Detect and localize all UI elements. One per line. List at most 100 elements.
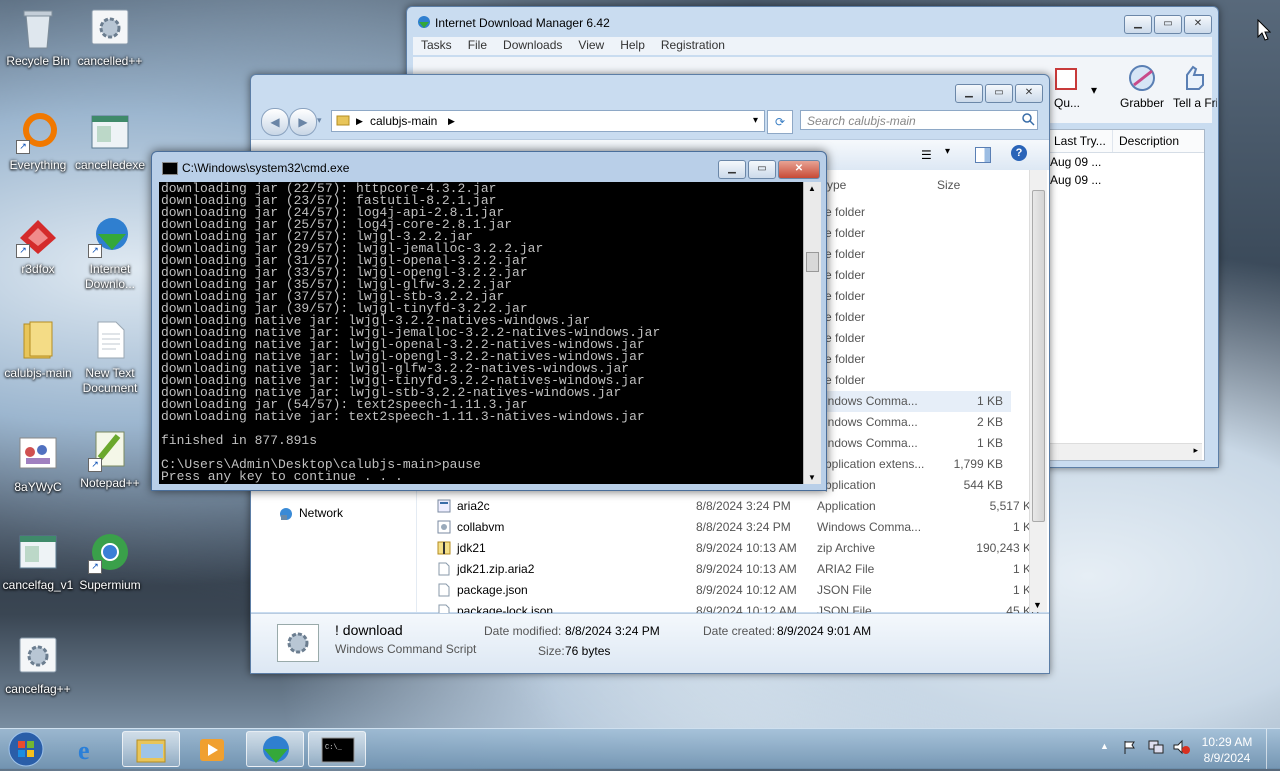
breadcrumb-chevron-icon[interactable]: ▶: [448, 111, 455, 131]
file-type: indows Comma...: [825, 436, 918, 450]
shortcut-arrow-icon: ↗: [16, 140, 30, 154]
forward-button[interactable]: ▶: [289, 108, 317, 136]
desktop-icon-calubjs-main[interactable]: calubjs-main: [0, 318, 76, 381]
toolbar-queue-label: Qu...: [1053, 96, 1080, 110]
explorer-title-buttons: ▁ ▭ ✕: [955, 84, 1043, 103]
menu-file[interactable]: File: [468, 37, 487, 55]
desktop-icon-cancelfag-plus[interactable]: cancelfag++: [0, 634, 76, 697]
file-row[interactable]: aria2c 8/8/2024 3:24 PM Application 5,517 K…: [251, 496, 1039, 517]
desktop-icon-cancelfag-v1[interactable]: cancelfag_v1: [0, 530, 76, 593]
minimize-button[interactable]: ▁: [1124, 15, 1152, 34]
toolbar-grabber-button[interactable]: Grabber: [1113, 63, 1171, 123]
maximize-button[interactable]: ▭: [985, 84, 1013, 103]
scroll-down-arrow-icon[interactable]: ▼: [1033, 600, 1042, 610]
show-hidden-icons-button[interactable]: ▲: [1100, 741, 1109, 751]
desktop-icon-new-text-document[interactable]: New Text Document: [72, 318, 148, 396]
file-row[interactable]: package.json 8/9/2024 10:12 AM JSON File 1 …: [251, 580, 1039, 601]
maximize-button[interactable]: ▭: [748, 160, 776, 179]
volume-muted-icon[interactable]: [1172, 739, 1190, 758]
desktop-icon-notepad-plus-plus[interactable]: ↗ Notepad++: [72, 428, 148, 491]
minimize-button[interactable]: ▁: [955, 84, 983, 103]
file-type: e folder: [825, 331, 866, 345]
menu-registration[interactable]: Registration: [661, 37, 725, 55]
menu-tasks[interactable]: Tasks: [421, 37, 452, 55]
address-dropdown-icon[interactable]: ▾: [753, 111, 758, 131]
column-description[interactable]: Description: [1113, 130, 1199, 152]
explorer-vertical-scrollbar[interactable]: ▼: [1029, 170, 1047, 612]
column-last-try[interactable]: Last Try...: [1048, 130, 1113, 152]
refresh-button[interactable]: ⟳: [767, 110, 793, 134]
scroll-up-arrow-icon[interactable]: ▲: [808, 184, 816, 193]
list-item[interactable]: Aug 09 ...: [1048, 171, 1204, 189]
scroll-right-arrow-icon[interactable]: ▸: [1193, 445, 1198, 456]
help-icon[interactable]: ?: [1011, 145, 1027, 161]
action-center-flag-icon[interactable]: [1122, 739, 1138, 758]
start-button[interactable]: [6, 730, 46, 768]
column-type[interactable]: ype: [827, 178, 846, 192]
desktop-icon-recycle-bin[interactable]: Recycle Bin: [0, 6, 76, 69]
toolbar-queue-button[interactable]: Qu...: [1047, 63, 1087, 123]
file-row[interactable]: jdk21.zip.aria2 8/9/2024 10:13 AM ARIA2 Fi…: [251, 559, 1039, 580]
file-type: e folder: [825, 205, 866, 219]
desktop-icon-8aywyc[interactable]: 8aYWyC: [0, 432, 76, 495]
list-item[interactable]: Aug 09 ...: [1048, 153, 1204, 171]
taskbar-media-player[interactable]: [184, 731, 242, 767]
breadcrumb-chevron-icon[interactable]: ▶: [356, 111, 363, 131]
menu-downloads[interactable]: Downloads: [503, 37, 562, 55]
view-dropdown-icon[interactable]: ▾: [945, 146, 950, 157]
maximize-button[interactable]: ▭: [1154, 15, 1182, 34]
console-line: Press any key to continue . . .: [161, 469, 403, 484]
desktop-icon-everything[interactable]: ↗ Everything: [0, 110, 76, 173]
shortcut-arrow-icon: ↗: [88, 458, 102, 472]
svg-text:C:\_: C:\_: [325, 744, 343, 752]
address-bar[interactable]: ▶ calubjs-main ▶ ▾: [331, 110, 765, 132]
minimize-button[interactable]: ▁: [718, 160, 746, 179]
close-button[interactable]: ✕: [1015, 84, 1043, 103]
taskbar-internet-download-manager[interactable]: [246, 731, 304, 767]
cmd-title: C:\Windows\system32\cmd.exe: [182, 161, 350, 175]
breadcrumb-calubjs-main[interactable]: calubjs-main: [370, 111, 437, 131]
grabber-icon: [1129, 65, 1155, 91]
cmd-vertical-scrollbar[interactable]: ▲ ▼: [803, 182, 821, 484]
column-size[interactable]: Size: [937, 178, 960, 192]
back-button[interactable]: ◀: [261, 108, 289, 136]
search-input[interactable]: Search calubjs-main: [800, 110, 1038, 130]
file-name: package.json: [457, 583, 528, 597]
recent-pages-dropdown-icon[interactable]: ▾: [317, 115, 322, 126]
desktop-icon-supermium[interactable]: ↗ Supermium: [72, 530, 148, 593]
file-type: e folder: [825, 247, 866, 261]
desktop-icon-cancelled-plus[interactable]: cancelled++: [72, 6, 148, 69]
toolbar-tell-a-friend-button[interactable]: Tell a Fri: [1173, 63, 1217, 123]
close-button[interactable]: ✕: [1184, 15, 1212, 34]
change-view-icon[interactable]: ☰: [921, 148, 932, 162]
network-status-icon[interactable]: [1147, 739, 1165, 758]
desktop-icon-r3dfox[interactable]: ↗ r3dfox: [0, 214, 76, 277]
idm-horizontal-scrollbar[interactable]: ▸: [1048, 443, 1202, 460]
taskbar-windows-explorer[interactable]: [122, 731, 180, 767]
show-desktop-button[interactable]: [1266, 729, 1280, 769]
file-type: e folder: [825, 352, 866, 366]
r3dfox-icon: ↗: [16, 214, 60, 258]
command-prompt-icon: C:\_: [321, 737, 355, 763]
preview-pane-icon[interactable]: [975, 147, 991, 163]
queue-dropdown-arrow-icon[interactable]: ▾: [1091, 83, 1097, 97]
file-row[interactable]: jdk21 8/9/2024 10:13 AM zip Archive 190,243…: [251, 538, 1039, 559]
close-button[interactable]: ✕: [778, 160, 820, 179]
details-pane: ! download Windows Command Script Date m…: [251, 613, 1049, 673]
file-type: e folder: [825, 373, 866, 387]
console-output[interactable]: downloading jar (22/57): httpcore-4.3.2.…: [159, 182, 803, 484]
scroll-down-arrow-icon[interactable]: ▼: [808, 473, 816, 482]
taskbar-command-prompt[interactable]: C:\_: [308, 731, 366, 767]
file-type: e folder: [825, 310, 866, 324]
scrollbar-thumb[interactable]: [806, 252, 819, 272]
file-row[interactable]: collabvm 8/8/2024 3:24 PM Windows Comma...…: [251, 517, 1039, 538]
system-clock[interactable]: 10:29 AM 8/9/2024: [1196, 734, 1258, 766]
taskbar-internet-explorer[interactable]: e: [60, 731, 118, 767]
selected-file-name: ! download: [335, 622, 403, 638]
scrollbar-thumb[interactable]: [1032, 190, 1045, 522]
desktop-icon-internet-download-manager[interactable]: ↗ Internet Downlo...: [72, 214, 148, 292]
menu-view[interactable]: View: [578, 37, 604, 55]
menu-help[interactable]: Help: [620, 37, 645, 55]
folder-icon: [16, 318, 60, 362]
desktop-icon-cancelledexe[interactable]: cancelledexe: [72, 110, 148, 173]
